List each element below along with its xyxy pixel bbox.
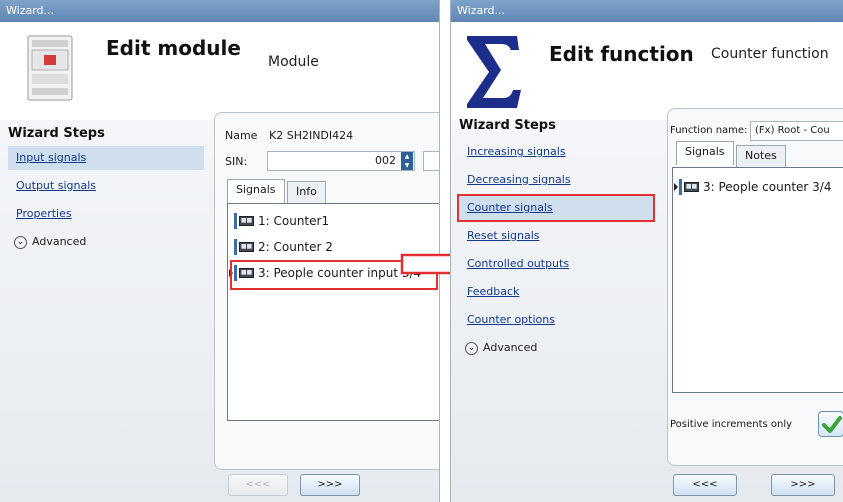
- advanced-label: Advanced: [32, 235, 87, 248]
- signal-icon: ■■: [239, 242, 254, 252]
- next-button[interactable]: >>>: [771, 474, 835, 496]
- name-label: Name: [225, 129, 258, 142]
- wizard-body: Wizard Steps Input signals Output signal…: [0, 112, 439, 502]
- page-title: Edit function: [549, 42, 694, 66]
- advanced-toggle[interactable]: ⌄ Advanced: [8, 231, 86, 253]
- positive-increments-label: Positive increments only: [670, 419, 793, 430]
- edit-module-window: Wizard... Edit module Module Wizard Step…: [0, 0, 440, 502]
- tab-notes[interactable]: Notes: [736, 145, 786, 167]
- wizard-body: Wizard Steps Increasing signals Decreasi…: [451, 108, 843, 502]
- signals-list: ■■ 3: People counter 3/4: [672, 167, 843, 393]
- module-device-icon: [20, 34, 80, 107]
- step-reset-signals[interactable]: Reset signals: [459, 224, 655, 248]
- sin-field[interactable]: 002: [267, 151, 415, 171]
- step-output-signals[interactable]: Output signals: [8, 174, 204, 198]
- step-increasing-signals[interactable]: Increasing signals: [459, 140, 655, 164]
- sin-label: SIN:: [225, 155, 248, 168]
- signal-icon: ■■: [239, 216, 254, 226]
- step-properties[interactable]: Properties: [8, 202, 204, 226]
- prev-button[interactable]: <<<: [228, 474, 288, 496]
- positive-increments-checkbox[interactable]: [818, 411, 843, 437]
- name-value: K2 SH2INDI424: [269, 129, 354, 142]
- expand-circle-icon: ⌄: [14, 235, 27, 249]
- function-name-field[interactable]: (Fx) Root - Cou: [750, 121, 843, 141]
- sin-extra-field[interactable]: [423, 151, 439, 171]
- step-counter-options[interactable]: Counter options: [459, 308, 655, 332]
- tab-signals[interactable]: Signals: [227, 179, 285, 203]
- step-decreasing-signals[interactable]: Decreasing signals: [459, 168, 655, 192]
- page-title: Edit module: [106, 36, 241, 60]
- highlight-box: [457, 194, 655, 222]
- advanced-toggle[interactable]: ⌄ Advanced: [459, 337, 537, 359]
- expand-circle-icon: ⌄: [465, 341, 478, 355]
- function-name-label: Function name:: [670, 125, 748, 136]
- list-item[interactable]: ■■ 2: Counter 2: [234, 236, 333, 258]
- window-title-bar: Wizard...: [451, 0, 843, 22]
- wizard-header: Edit function Counter function: [451, 22, 843, 120]
- step-input-signals[interactable]: Input signals: [8, 146, 204, 170]
- step-feedback[interactable]: Feedback: [459, 280, 655, 304]
- wizard-steps-heading: Wizard Steps: [8, 126, 105, 141]
- checkmark-icon: [822, 415, 842, 438]
- list-item-highlighted[interactable]: ■■ 3: People counter 3/4: [679, 176, 831, 198]
- step-controlled-outputs[interactable]: Controlled outputs: [459, 252, 655, 276]
- next-button[interactable]: >>>: [300, 474, 360, 496]
- wizard-steps-heading: Wizard Steps: [459, 118, 556, 133]
- edit-function-window: Wizard... Edit function Counter function…: [450, 0, 843, 502]
- prev-button[interactable]: <<<: [673, 474, 737, 496]
- window-title-bar: Wizard...: [0, 0, 439, 22]
- sigma-icon: [463, 32, 523, 115]
- signal-icon: ■■: [684, 182, 699, 192]
- function-name-value: (Fx) Root - Cou: [755, 125, 830, 136]
- tab-info[interactable]: Info: [287, 181, 326, 203]
- wizard-header: Edit module Module: [0, 22, 439, 120]
- expand-caret-icon: [674, 183, 678, 191]
- sin-stepper[interactable]: ▲ ▼: [401, 152, 413, 170]
- advanced-label: Advanced: [483, 341, 538, 354]
- function-panel: Function name: (Fx) Root - Cou Signals N…: [667, 108, 843, 466]
- page-subtitle: Module: [268, 54, 319, 70]
- module-panel: Name K2 SH2INDI424 SIN: 002 ▲ ▼ Signals I…: [214, 112, 439, 470]
- list-item[interactable]: ■■ 1: Counter1: [234, 210, 329, 232]
- signals-list: ■■ 1: Counter1 ■■ 2: Counter 2 ■■ 3: People…: [227, 203, 439, 421]
- tab-signals[interactable]: Signals: [676, 141, 734, 165]
- page-subtitle: Counter function: [711, 46, 829, 62]
- sin-value: 002: [375, 154, 396, 167]
